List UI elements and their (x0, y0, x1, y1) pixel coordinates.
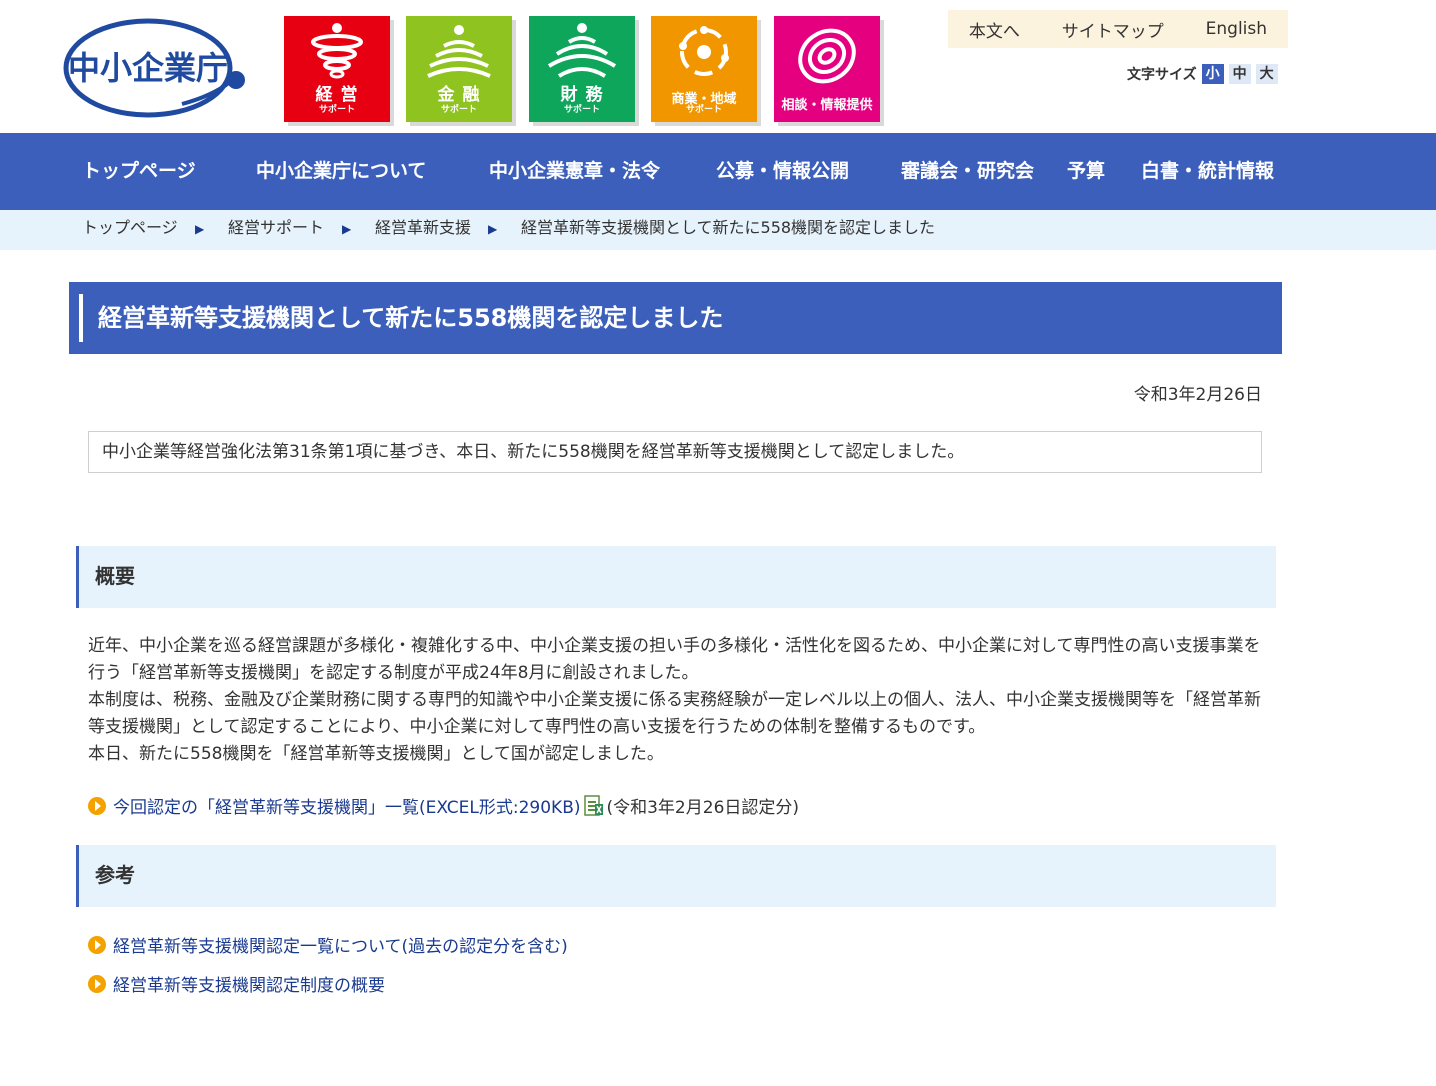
excel-file-icon (582, 794, 604, 817)
category-sub: サポート (440, 105, 477, 115)
reference-link-list[interactable]: 経営革新等支援機関認定一覧について(過去の認定分を含む) (113, 932, 568, 957)
breadcrumb-separator-icon: ▶ (342, 222, 352, 236)
nav-charter-law[interactable]: 中小企業憲章・法令 (489, 133, 660, 210)
category-sodan-info[interactable]: 相談・情報提供 (774, 16, 880, 122)
publish-date: 令和3年2月26日 (1133, 385, 1262, 405)
excel-download-row: 今回認定の「経営革新等支援機関」一覧(EXCEL形式:290KB) (令和3年2… (88, 793, 799, 818)
section-heading-reference: 参考 (76, 845, 1276, 907)
page-title-banner: 経営革新等支援機関として新たに558機関を認定しました (69, 282, 1282, 354)
section-title: 参考 (95, 863, 135, 887)
category-keiei-support[interactable]: 経 営 サポート (284, 16, 390, 122)
category-label: 金 融 (437, 85, 481, 105)
nav-budget[interactable]: 予算 (1067, 133, 1105, 210)
overview-paragraph: 本日、新たに558機関を「経営革新等支援機関」として国が認定しました。 (88, 744, 664, 764)
site-header: 中小企業庁 経 営 サポート 金 融 サポート 財 務 サポート 商業・地域 サ… (0, 0, 1436, 133)
overview-body: 近年、中小企業を巡る経営課題が多様化・複雑化する中、中小企業支援の担い手の多様化… (88, 633, 1263, 768)
lead-summary: 中小企業等経営強化法第31条第1項に基づき、本日、新たに558機関を経営革新等支… (88, 431, 1262, 473)
nav-top[interactable]: トップページ (82, 133, 196, 210)
overview-paragraph: 本制度は、税務、金融及び企業財務に関する専門的知識や中小企業支援に係る実務経験が… (88, 690, 1261, 737)
page-title: 経営革新等支援機関として新たに558機関を認定しました (98, 304, 724, 332)
category-sub: サポート (318, 105, 355, 115)
category-kinyu-support[interactable]: 金 融 サポート (406, 16, 512, 122)
breadcrumb-separator-icon: ▶ (488, 222, 498, 236)
site-logo[interactable]: 中小企業庁 (62, 16, 248, 120)
font-size-medium-button[interactable]: 中 (1228, 64, 1251, 84)
font-size-label: 文字サイズ (1127, 67, 1197, 83)
category-label: 相談・情報提供 (781, 98, 873, 113)
english-link[interactable]: English (1206, 19, 1267, 39)
font-size-small-button[interactable]: 小 (1201, 64, 1224, 84)
category-shogyo-support[interactable]: 商業・地域 サポート (651, 16, 757, 122)
breadcrumb: トップページ ▶ 経営サポート ▶ 経営革新支援 ▶ 経営革新等支援機関として新… (0, 210, 1436, 250)
category-sub: サポート (685, 105, 722, 115)
nav-council[interactable]: 審議会・研究会 (901, 133, 1034, 210)
category-label: 経 営 (315, 85, 359, 105)
font-size-large-button[interactable]: 大 (1255, 64, 1278, 84)
logo-text: 中小企業庁 (68, 49, 228, 87)
breadcrumb-keiei-support[interactable]: 経営サポート (228, 210, 324, 246)
section-heading-overview: 概要 (76, 546, 1276, 608)
logo-mark-icon: 中小企業庁 (63, 18, 245, 118)
arrow-bullet-icon (88, 935, 106, 954)
breadcrumb-separator-icon: ▶ (195, 222, 205, 236)
skip-to-content-link[interactable]: 本文へ (969, 17, 1020, 42)
reference-link-row: 経営革新等支援機関認定制度の概要 (88, 971, 385, 996)
breadcrumb-top[interactable]: トップページ (82, 210, 178, 246)
category-label: 財 務 (560, 85, 604, 105)
category-zaimu-support[interactable]: 財 務 サポート (529, 16, 635, 122)
nav-about[interactable]: 中小企業庁について (256, 133, 426, 210)
arrow-bullet-icon (88, 974, 106, 993)
breadcrumb-current: 経営革新等支援機関として新たに558機関を認定しました (521, 218, 936, 237)
section-title: 概要 (95, 564, 135, 588)
reference-link-overview[interactable]: 経営革新等支援機関認定制度の概要 (113, 971, 385, 996)
reference-link-row: 経営革新等支援機関認定一覧について(過去の認定分を含む) (88, 932, 568, 957)
utility-links: 本文へ サイトマップ English (948, 10, 1288, 48)
nav-public-offering[interactable]: 公募・情報公開 (716, 133, 849, 210)
breadcrumb-keiei-kakushin[interactable]: 経営革新支援 (375, 210, 471, 246)
excel-list-link[interactable]: 今回認定の「経営革新等支援機関」一覧(EXCEL形式:290KB) (113, 793, 580, 818)
overview-paragraph: 近年、中小企業を巡る経営課題が多様化・複雑化する中、中小企業支援の担い手の多様化… (88, 636, 1261, 683)
sitemap-link[interactable]: サイトマップ (1062, 17, 1164, 42)
title-accent-bar (79, 294, 83, 342)
font-size-switcher: 文字サイズ 小 中 大 (1127, 64, 1278, 84)
category-sub: サポート (563, 105, 600, 115)
global-nav: トップページ 中小企業庁について 中小企業憲章・法令 公募・情報公開 審議会・研… (0, 133, 1436, 210)
excel-link-note: (令和3年2月26日認定分) (606, 798, 800, 818)
nav-whitepaper[interactable]: 白書・統計情報 (1141, 133, 1274, 210)
arrow-bullet-icon (88, 796, 106, 815)
